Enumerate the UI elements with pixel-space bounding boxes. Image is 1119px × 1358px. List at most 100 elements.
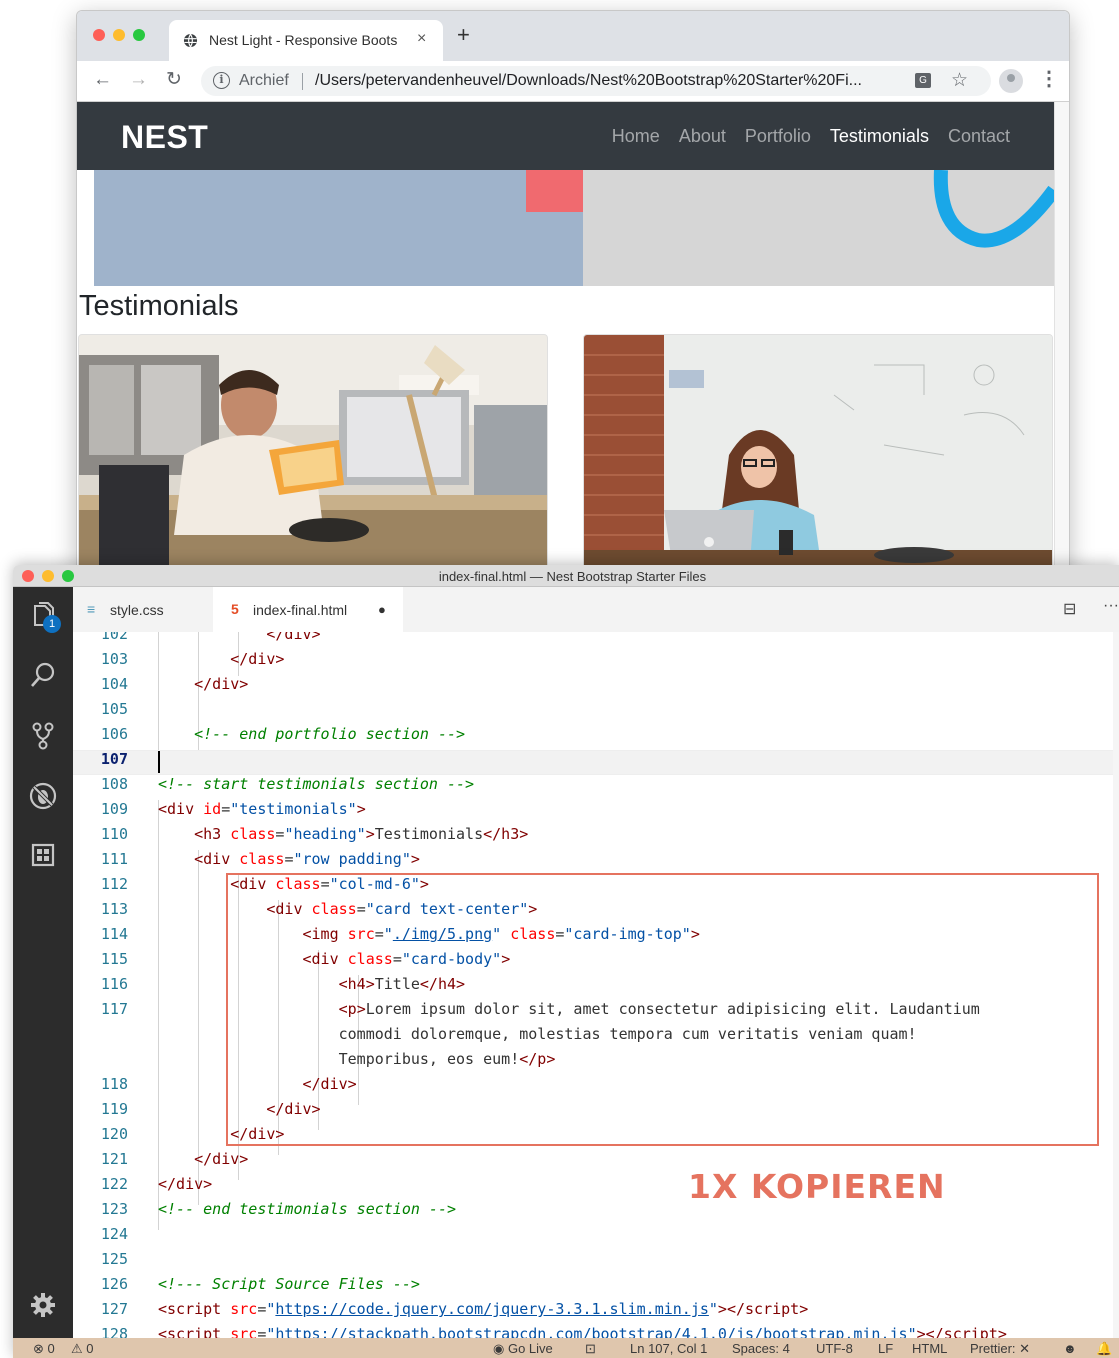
notifications-bell-icon[interactable]: 🔔 xyxy=(1096,1341,1112,1357)
nav-about[interactable]: About xyxy=(679,126,726,147)
line-number: 119 xyxy=(100,1100,128,1118)
line-number: 109 xyxy=(100,800,128,818)
code-line[interactable]: <script src="https://stackpath.bootstrap… xyxy=(158,1325,1007,1338)
settings-gear-icon[interactable] xyxy=(13,1291,73,1326)
browser-tab-active[interactable]: Nest Light - Responsive Boots × xyxy=(169,20,443,61)
nav-portfolio[interactable]: Portfolio xyxy=(745,126,811,147)
line-number: 117 xyxy=(100,1000,128,1018)
omnibox-separator xyxy=(302,73,303,90)
tab-title: Nest Light - Responsive Boots xyxy=(209,32,398,48)
close-window-button[interactable] xyxy=(93,29,105,41)
nav-testimonials[interactable]: Testimonials xyxy=(830,126,929,147)
search-icon[interactable] xyxy=(13,661,73,696)
code-line[interactable]: </div> xyxy=(158,675,248,693)
line-number: 110 xyxy=(100,825,128,843)
indentation[interactable]: Spaces: 4 xyxy=(732,1341,790,1356)
minimize-window-button[interactable] xyxy=(113,29,125,41)
vscode-window: index-final.html — Nest Bootstrap Starte… xyxy=(13,565,1119,1358)
feedback-smiley-icon[interactable]: ☻ xyxy=(1063,1341,1077,1356)
bookmark-star-icon[interactable]: ☆ xyxy=(951,69,968,92)
css-file-icon: ≡ xyxy=(87,601,96,617)
portfolio-image-left xyxy=(94,170,583,286)
code-line[interactable]: </div> xyxy=(158,650,284,668)
encoding[interactable]: UTF-8 xyxy=(816,1341,853,1356)
copy-highlight-box xyxy=(226,873,1099,1146)
code-line[interactable]: <!-- end portfolio section --> xyxy=(158,725,465,743)
line-number: 111 xyxy=(100,850,128,868)
split-editor-icon[interactable]: ⊟ xyxy=(1063,599,1076,619)
status-errors[interactable]: ⊗ 0 xyxy=(33,1341,55,1357)
site-brand[interactable]: NEST xyxy=(121,119,208,156)
code-line[interactable]: </div> xyxy=(158,1175,212,1193)
explorer-badge: 1 xyxy=(43,615,61,633)
profile-avatar-icon[interactable] xyxy=(999,69,1023,93)
code-line[interactable]: </div> xyxy=(158,1150,248,1168)
browser-tab-bar: Nest Light - Responsive Boots × + xyxy=(77,11,1069,61)
code-line[interactable]: <div class="row padding"> xyxy=(158,850,420,868)
unsaved-dot-icon[interactable]: ● xyxy=(378,602,386,617)
line-number: 103 xyxy=(100,650,128,668)
code-editor[interactable]: 102 </div> 103 </div> 104 </div> 105 106 <!-… xyxy=(73,632,1119,1338)
reload-icon[interactable]: ↻ xyxy=(166,70,182,90)
tab-index-final-html[interactable]: 5 index-final.html ● xyxy=(213,587,403,632)
explorer-icon[interactable] xyxy=(13,601,73,636)
info-icon[interactable]: i xyxy=(213,72,230,89)
code-line[interactable]: <script src="https://code.jquery.com/jqu… xyxy=(158,1300,808,1318)
tab-style-css[interactable]: ≡ style.css xyxy=(73,587,213,632)
blue-curve-graphic xyxy=(933,170,1054,248)
go-live-label: Go Live xyxy=(507,1341,553,1356)
code-line[interactable]: <!-- end testimonials section --> xyxy=(158,1200,456,1218)
browser-menu-icon[interactable]: ⋮ xyxy=(1039,69,1059,89)
vscode-window-title: index-final.html — Nest Bootstrap Starte… xyxy=(438,569,707,584)
nav-home[interactable]: Home xyxy=(612,126,660,147)
forward-icon[interactable]: → xyxy=(129,70,148,90)
nav-contact[interactable]: Contact xyxy=(948,126,1010,147)
language-mode[interactable]: HTML xyxy=(912,1341,947,1356)
extensions-icon[interactable] xyxy=(13,841,73,876)
more-actions-icon[interactable]: ··· xyxy=(1103,597,1119,615)
omnibox-label: Archief xyxy=(239,72,289,89)
line-number: 108 xyxy=(100,775,128,793)
code-line[interactable]: <!-- start testimonials section --> xyxy=(158,775,474,793)
code-line[interactable]: <h3 class="heading">Testimonials</h3> xyxy=(158,825,528,843)
translate-icon[interactable]: G xyxy=(915,73,931,88)
url-text[interactable]: /Users/petervandenheuvel/Downloads/Nest%… xyxy=(315,72,905,90)
terminal-icon[interactable]: ⊡ xyxy=(585,1341,596,1357)
line-number: 106 xyxy=(100,725,128,743)
close-tab-icon[interactable]: × xyxy=(417,30,426,48)
address-bar[interactable]: i Archief /Users/petervandenheuvel/Downl… xyxy=(201,66,991,96)
man-reading-photo xyxy=(79,335,547,579)
portfolio-image-right xyxy=(583,170,1054,286)
code-line[interactable]: </div> xyxy=(158,632,320,643)
source-control-icon[interactable] xyxy=(13,721,73,758)
broadcast-icon: ◉ xyxy=(493,1341,508,1356)
code-line[interactable]: <!--- Script Source Files --> xyxy=(158,1275,420,1293)
new-tab-button[interactable]: + xyxy=(457,24,470,46)
browser-toolbar: ← → ↻ i Archief /Users/petervandenheuvel… xyxy=(77,61,1069,102)
editor-scrollbar[interactable] xyxy=(1113,632,1119,1338)
current-line-highlight xyxy=(73,750,1119,775)
html-file-icon: 5 xyxy=(231,601,239,617)
status-warnings[interactable]: ⚠ 0 xyxy=(71,1341,94,1357)
line-number: 104 xyxy=(100,675,128,693)
line-number: 115 xyxy=(100,950,128,968)
line-number: 107 xyxy=(100,750,128,768)
back-icon[interactable]: ← xyxy=(93,70,112,90)
prettier-status[interactable]: Prettier: ✕ xyxy=(970,1341,1030,1357)
text-cursor xyxy=(158,751,160,773)
line-number: 128 xyxy=(100,1325,128,1338)
testimonials-heading: Testimonials xyxy=(79,290,239,322)
zoom-window-button[interactable] xyxy=(133,29,145,41)
line-number: 113 xyxy=(100,900,128,918)
cursor-position[interactable]: Ln 107, Col 1 xyxy=(630,1341,707,1356)
line-number: 105 xyxy=(100,700,128,718)
globe-icon xyxy=(183,33,198,48)
line-ending[interactable]: LF xyxy=(878,1341,893,1356)
line-number: 125 xyxy=(100,1250,128,1268)
editor-tabs: ≡ style.css 5 index-final.html ● ⊟ ··· xyxy=(73,587,1119,632)
line-number: 127 xyxy=(100,1300,128,1318)
code-line[interactable]: <div id="testimonials"> xyxy=(158,800,366,818)
go-live-button[interactable]: ◉ Go Live xyxy=(493,1341,553,1357)
debug-icon[interactable] xyxy=(13,781,73,818)
page-scrollbar[interactable] xyxy=(1054,102,1069,579)
